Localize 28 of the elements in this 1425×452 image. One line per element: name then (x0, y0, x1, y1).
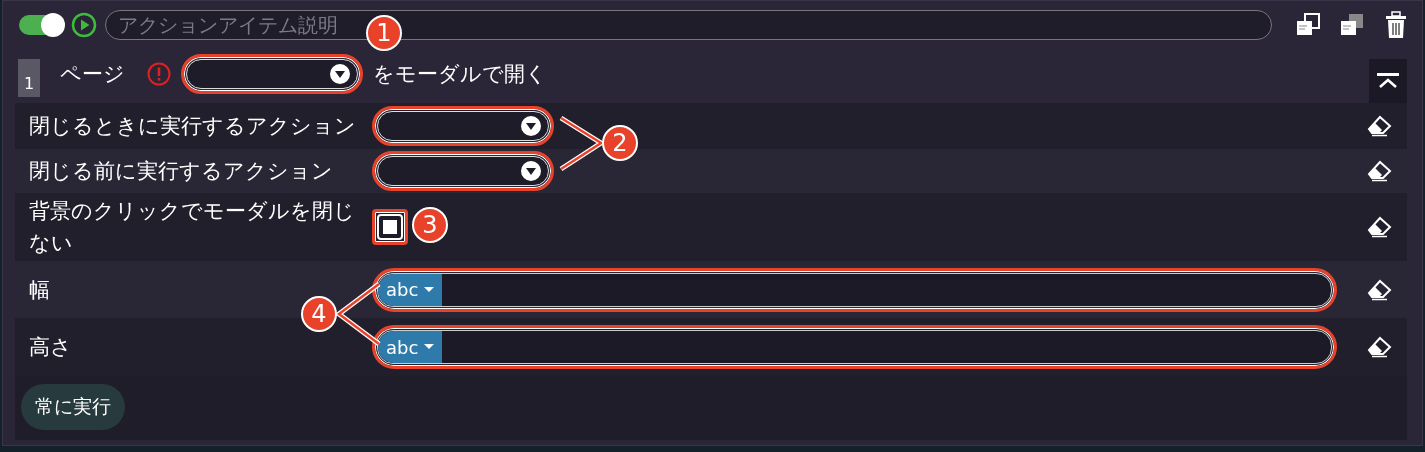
always-run-button[interactable]: 常に実行 (21, 384, 125, 430)
eraser-icon[interactable] (1367, 115, 1393, 137)
collapse-icon (1376, 71, 1400, 91)
step-suffix: をモーダルで開く (373, 61, 547, 88)
type-dropdown[interactable]: abc (378, 331, 443, 363)
type-dropdown[interactable]: abc (378, 273, 443, 306)
step-badge: 1 (366, 15, 402, 51)
field-label: 閉じるときに実行するアクション (29, 113, 357, 140)
play-icon[interactable] (71, 12, 97, 38)
text-field[interactable]: abc (377, 330, 1332, 364)
caret-icon (520, 160, 542, 182)
eraser-icon[interactable] (1367, 216, 1393, 238)
field-label: 幅 (29, 276, 51, 304)
eraser-icon[interactable] (1367, 336, 1393, 358)
step-number: 1 (18, 59, 40, 97)
toggle-switch[interactable] (19, 15, 63, 35)
caret-icon (424, 344, 435, 350)
eraser-icon[interactable] (1367, 160, 1393, 182)
caret-icon (424, 286, 435, 293)
caret-icon (329, 63, 351, 85)
field-label: 背景のクリックでモーダルを閉じない (29, 198, 356, 257)
field-label: 高さ (29, 334, 73, 361)
collapse-button[interactable] (1369, 59, 1407, 103)
caret-icon (520, 115, 542, 137)
field-label: 閉じる前に実行するアクション (29, 158, 334, 185)
step-label: ページ (60, 61, 125, 88)
text-field[interactable]: abc (377, 272, 1332, 307)
eraser-icon[interactable] (1367, 278, 1393, 301)
